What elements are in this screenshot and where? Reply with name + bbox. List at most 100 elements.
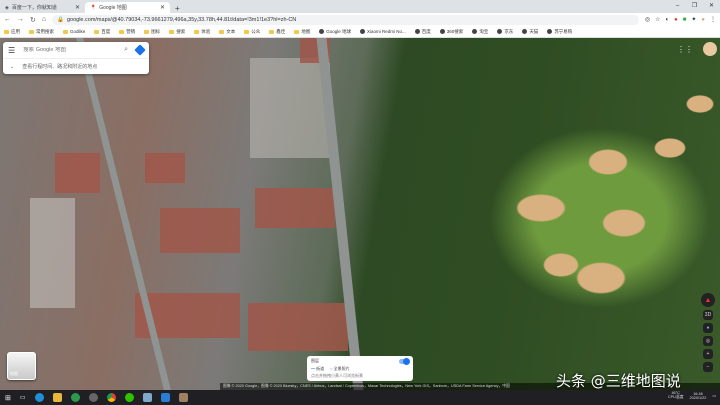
zoom-out-button[interactable]: − [703,362,713,372]
folder-icon [144,29,150,34]
bookmark-item[interactable]: 鑫佳 [269,29,285,35]
bookmark-label: 地图 [301,28,311,34]
search-icon[interactable]: ⌕ [124,46,128,54]
tab-baidu[interactable]: ◈ 百度一下，你就知道 ✕ [0,2,85,13]
bookmark-label: Godlike [70,29,86,34]
extension-icon[interactable]: ◐ [665,17,669,23]
bookmark-item[interactable]: Google 地球 [319,29,351,35]
bookmark-item[interactable]: Xiaomi Redmi No... [360,29,406,34]
bookmark-item[interactable]: Godlike [63,29,85,34]
reload-button[interactable]: ↻ [30,16,36,24]
directions-icon[interactable] [134,44,146,56]
bookmark-item[interactable]: 百度 [414,28,431,35]
bookmark-label: 百度 [101,28,111,34]
app-icon[interactable] [88,393,98,402]
task-view-icon[interactable]: ▭ [20,394,26,401]
clock[interactable]: 16:46 2020/1/22 [690,392,707,400]
layers-button[interactable]: 地图 [7,352,36,380]
globe-icon [472,29,478,34]
bookmark-item[interactable]: 图标 [144,29,160,35]
globe-icon [439,29,445,34]
cpu-temp: 46°C CPU温度 [667,391,684,399]
back-button[interactable]: ← [4,16,11,23]
close-window-button[interactable]: ✕ [703,0,720,12]
bookmark-label: 天猫 [529,28,539,34]
bookmark-label: 鑫佳 [276,28,286,34]
satellite-map[interactable] [0,38,720,390]
profile-avatar[interactable]: ● [701,17,705,23]
account-avatar[interactable] [703,42,717,56]
star-icon[interactable]: ☆ [655,16,660,23]
bookmark-item[interactable]: 地图 [294,29,310,35]
edge-icon[interactable] [34,393,44,402]
home-button[interactable]: ⌂ [42,16,46,23]
close-tab-icon[interactable]: ✕ [75,4,80,11]
wechat-icon[interactable] [124,393,134,402]
bookmark-item[interactable]: 营销 [119,29,135,35]
forward-button[interactable]: → [17,16,24,23]
location-icon[interactable]: ◎ [645,16,650,23]
street-view-toggle[interactable] [399,358,410,365]
extension-icon[interactable]: ■ [683,17,687,23]
my-location-icon[interactable]: ◎ [703,336,713,346]
bookmark-item[interactable]: 淘宝 [472,29,488,35]
bookmark-item[interactable]: 应用 [4,29,20,35]
puzzle-icon[interactable]: ✦ [691,16,696,23]
bookmark-label: 京东 [504,28,514,34]
bookmark-label: 360搜索 [446,28,464,34]
chrome-icon[interactable] [106,393,116,402]
bookmark-item[interactable]: 体验 [194,29,210,35]
bookmark-item[interactable]: 搜索 [169,29,185,35]
windows-start-icon[interactable]: ⊞ [5,394,11,402]
tab-title: 百度一下，你就知道 [11,5,57,11]
zoom-in-button[interactable]: + [703,349,713,359]
bookmark-item[interactable]: 文本 [219,29,235,35]
map-pin-icon: 📍 [90,4,97,11]
folder-icon [244,29,250,34]
globe-icon [414,29,420,34]
bookmark-label: 百度 [421,28,431,34]
lock-icon: 🔒 [57,16,64,23]
tab-icon: ◈ [5,4,9,11]
folder-icon [269,29,275,34]
chevron-down-icon[interactable]: ⌄ [10,64,14,70]
search-hint[interactable]: 查看行程时间、路况和附近的地点 [22,63,97,70]
search-input[interactable] [23,47,117,53]
bookmark-label: 图标 [151,28,161,34]
bookmark-item[interactable]: 常用搜索 [29,29,54,35]
close-tab-icon[interactable]: ✕ [160,4,165,11]
app-icon[interactable] [142,393,152,402]
bookmark-item[interactable]: 苏宁易购 [547,29,572,35]
word-icon[interactable] [160,393,170,402]
url-field[interactable]: 🔒 google.com/maps/@40.79034,-73.9661279,4… [52,14,639,25]
bookmark-item[interactable]: 天猫 [522,29,538,35]
folder-icon [194,29,200,34]
layers-label: 地图 [10,371,18,376]
file-explorer-icon[interactable] [52,393,62,402]
bookmark-label: 苏宁易购 [554,28,573,34]
bookmark-item[interactable]: 360搜索 [439,28,464,35]
address-bar: ← → ↻ ⌂ 🔒 google.com/maps/@40.79034,-73.9… [0,13,720,26]
panel-note: 点击并拖拽小黄人可浏览街景 [311,373,363,378]
bookmark-item[interactable]: 百度 [94,29,110,35]
menu-icon[interactable]: ⋮ [710,16,716,23]
tilt-button[interactable]: 3D [703,310,713,320]
app-icon[interactable] [178,393,188,402]
compass-icon[interactable]: ▲ [701,293,715,307]
bookmark-item[interactable]: 京东 [497,29,513,35]
bookmark-item[interactable]: 公众 [244,29,260,35]
bookmark-label: 体验 [201,28,211,34]
pegman-icon[interactable]: ● [703,323,713,333]
adblock-icon[interactable]: ● [674,17,678,23]
maximize-button[interactable]: ❐ [686,0,703,12]
notification-icon[interactable]: ▭ [712,393,716,398]
new-tab-button[interactable]: + [170,4,185,13]
app-icon[interactable] [70,393,80,402]
tab-google-maps[interactable]: 📍 Google 地图 ✕ [85,2,170,13]
panel-title: 图层 [311,358,319,363]
minimize-button[interactable]: – [669,0,686,12]
bookmark-label: 应用 [11,28,20,34]
apps-grid-icon[interactable]: ⋮⋮ [677,45,693,54]
globe-icon [497,29,503,34]
menu-icon[interactable]: ☰ [8,46,15,55]
